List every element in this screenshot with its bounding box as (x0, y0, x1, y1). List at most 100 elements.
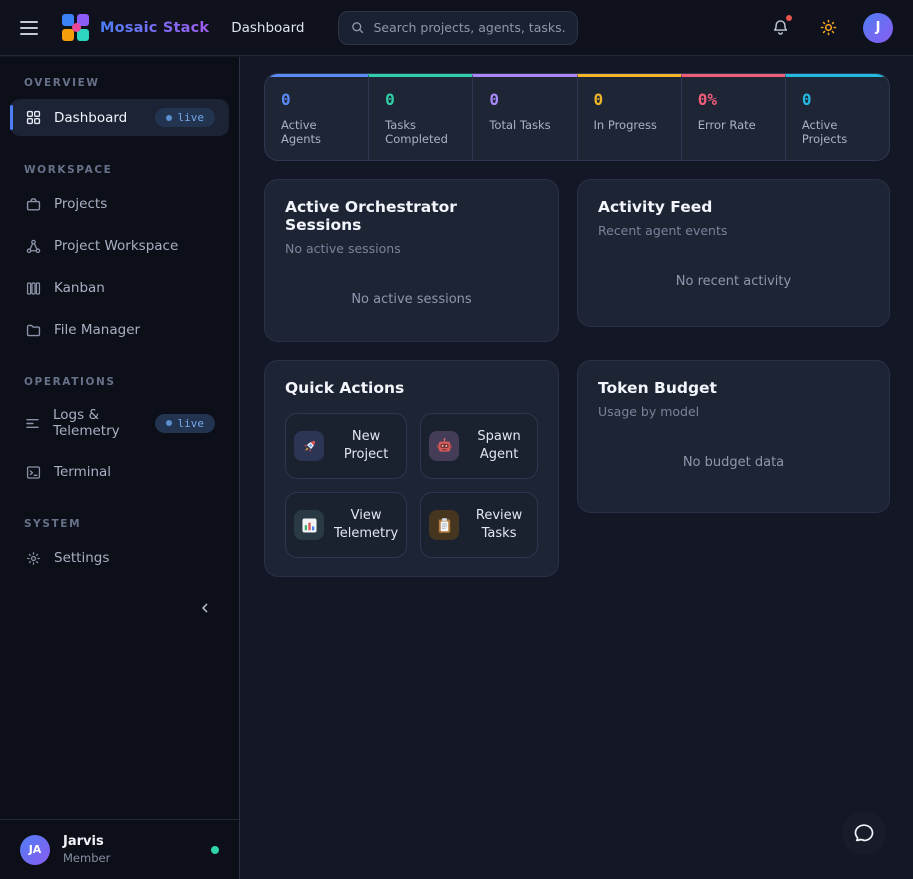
user-name: Jarvis (63, 834, 110, 849)
stat-value: 0 (489, 90, 560, 109)
sidebar-user-card[interactable]: JA Jarvis Member (0, 819, 239, 879)
online-status-dot (211, 846, 219, 854)
activity-feed-title: Activity Feed (598, 198, 869, 216)
rocket-icon (294, 431, 324, 461)
section-label-workspace: WORKSPACE (0, 156, 239, 184)
sidebar-item-label: Project Workspace (54, 238, 178, 254)
stat-value: 0 (594, 90, 665, 109)
sidebar-item-label: Projects (54, 196, 107, 212)
bell-icon (771, 18, 790, 37)
user-role: Member (63, 851, 110, 865)
stat-total-tasks: 0 Total Tasks (472, 74, 576, 160)
sidebar-item-label: Logs & Telemetry (53, 407, 143, 439)
folder-icon (24, 321, 42, 339)
quick-action-label: New Project (334, 428, 398, 463)
activity-feed-card: Activity Feed Recent agent events No rec… (577, 179, 890, 327)
user-avatar[interactable]: J (863, 13, 893, 43)
activity-empty-state: No recent activity (598, 238, 869, 305)
stat-label: Active Projects (802, 118, 873, 146)
notifications-button[interactable] (767, 15, 793, 41)
search-bar[interactable] (338, 11, 578, 45)
sidebar-item-settings[interactable]: Settings (10, 540, 229, 576)
brand-name: Mosaic Stack (100, 20, 209, 36)
view-telemetry-button[interactable]: View Telemetry (285, 492, 407, 558)
stat-in-progress: 0 In Progress (577, 74, 681, 160)
live-badge: live (155, 108, 216, 127)
notification-dot (786, 15, 792, 21)
chevron-left-icon (197, 600, 213, 616)
sidebar-item-label: Kanban (54, 280, 105, 296)
gear-icon (24, 549, 42, 567)
new-project-button[interactable]: New Project (285, 413, 407, 479)
quick-action-label: Spawn Agent (469, 428, 529, 463)
token-budget-empty-state: No budget data (598, 419, 869, 486)
user-initials-avatar: JA (20, 835, 50, 865)
sessions-card: Active Orchestrator Sessions No active s… (264, 179, 559, 342)
mosaic-stack-logo (62, 14, 90, 42)
token-budget-title: Token Budget (598, 379, 869, 397)
clipboard-icon (429, 510, 459, 540)
stats-row: 0 Active Agents 0 Tasks Completed 0 Tota… (264, 73, 890, 161)
terminal-icon (24, 463, 42, 481)
live-badge: live (155, 414, 216, 433)
robot-icon (429, 431, 459, 461)
sidebar-item-projects[interactable]: Projects (10, 186, 229, 222)
sidebar-item-label: Terminal (54, 464, 111, 480)
sidebar-item-terminal[interactable]: Terminal (10, 454, 229, 490)
logs-lines-icon (24, 414, 41, 432)
main-content: 0 Active Agents 0 Tasks Completed 0 Tota… (241, 57, 913, 879)
stat-active-projects: 0 Active Projects (785, 74, 889, 160)
sidebar-item-project-workspace[interactable]: Project Workspace (10, 228, 229, 264)
activity-feed-subtitle: Recent agent events (598, 223, 869, 238)
sun-icon (819, 18, 838, 37)
menu-hamburger-icon[interactable] (20, 17, 42, 39)
stat-label: Error Rate (698, 118, 769, 132)
stat-tasks-completed: 0 Tasks Completed (368, 74, 472, 160)
sessions-card-subtitle: No active sessions (285, 241, 538, 256)
stat-value: 0% (698, 90, 769, 109)
kanban-columns-icon (24, 279, 42, 297)
sidebar: OVERVIEW Dashboard live WORKSPACE Projec… (0, 57, 240, 879)
bar-chart-icon (294, 510, 324, 540)
stat-error-rate: 0% Error Rate (681, 74, 785, 160)
section-label-overview: OVERVIEW (0, 69, 239, 97)
stat-label: In Progress (594, 118, 665, 132)
chat-fab-button[interactable] (842, 811, 886, 855)
stat-value: 0 (802, 90, 873, 109)
sidebar-item-label: Dashboard (54, 110, 127, 126)
stat-value: 0 (385, 90, 456, 109)
briefcase-icon (24, 195, 42, 213)
sidebar-collapse-button[interactable] (195, 598, 215, 618)
breadcrumb: Dashboard (231, 20, 304, 36)
search-input[interactable] (373, 20, 566, 35)
sidebar-item-label: File Manager (54, 322, 140, 338)
stat-label: Active Agents (281, 118, 352, 146)
section-label-system: SYSTEM (0, 510, 239, 538)
search-icon (350, 20, 365, 35)
sessions-empty-state: No active sessions (285, 256, 538, 323)
chat-bubble-icon (852, 821, 876, 845)
stat-value: 0 (281, 90, 352, 109)
section-label-operations: OPERATIONS (0, 368, 239, 396)
workspace-nodes-icon (24, 237, 42, 255)
stat-active-agents: 0 Active Agents (265, 74, 368, 160)
review-tasks-button[interactable]: Review Tasks (420, 492, 538, 558)
quick-actions-card: Quick Actions (264, 360, 559, 577)
stat-label: Total Tasks (489, 118, 560, 132)
stat-label: Tasks Completed (385, 118, 456, 146)
sidebar-item-label: Settings (54, 550, 109, 566)
sidebar-item-dashboard[interactable]: Dashboard live (10, 99, 229, 136)
theme-toggle-button[interactable] (815, 15, 841, 41)
quick-action-label: View Telemetry (334, 507, 398, 542)
spawn-agent-button[interactable]: Spawn Agent (420, 413, 538, 479)
sidebar-item-file-manager[interactable]: File Manager (10, 312, 229, 348)
sessions-card-title: Active Orchestrator Sessions (285, 198, 538, 234)
quick-action-label: Review Tasks (469, 507, 529, 542)
sidebar-item-kanban[interactable]: Kanban (10, 270, 229, 306)
top-header: Mosaic Stack Dashboard J (0, 0, 913, 56)
token-budget-card: Token Budget Usage by model No budget da… (577, 360, 890, 513)
dashboard-grid-icon (24, 109, 42, 127)
sidebar-item-logs-telemetry[interactable]: Logs & Telemetry live (10, 398, 229, 448)
token-budget-subtitle: Usage by model (598, 404, 869, 419)
quick-actions-title: Quick Actions (285, 379, 538, 397)
